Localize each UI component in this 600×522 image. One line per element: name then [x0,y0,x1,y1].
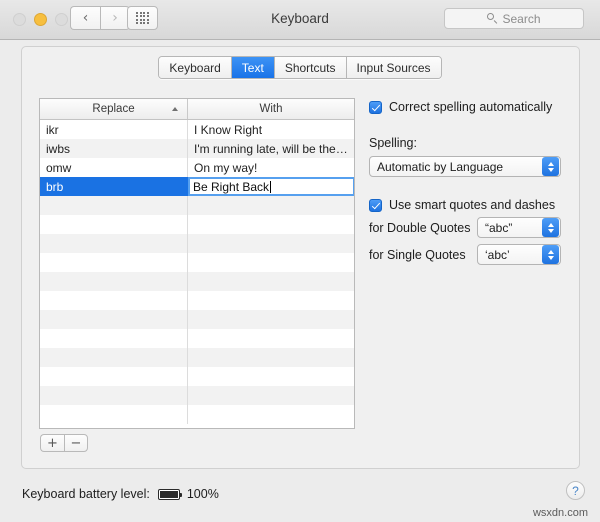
cell-replace [40,215,188,234]
watermark: wsxdn.com [532,507,588,519]
spelling-language-value: Automatic by Language [377,159,504,174]
text-substitutions-table[interactable]: Replace With ikr I Know Right iwbs I'm r… [39,98,355,429]
single-quotes-label: for Single Quotes [369,248,466,262]
cell-with [188,310,354,329]
table-row-empty[interactable] [40,253,354,272]
search-placeholder: Search [502,11,541,26]
with-value-edit-text: Be Right Back [193,179,270,194]
add-substitution-button[interactable]: + [40,434,64,452]
cell-replace [40,196,188,215]
cell-replace [40,386,188,405]
single-quotes-value: ‘abc’ [485,247,510,262]
battery-percent: 100% [186,487,219,501]
window-toolbar: ‹ › Keyboard Search [0,0,600,40]
cell-replace [40,348,188,367]
spelling-heading: Spelling: [369,136,417,150]
cell-replace: brb [40,177,188,196]
double-quotes-select[interactable]: “abc” [477,217,561,238]
table-row-empty[interactable] [40,405,354,424]
table-row-empty[interactable] [40,272,354,291]
keyboard-battery-status: Keyboard battery level: 100% [22,487,219,501]
cell-replace: iwbs [40,139,188,158]
column-header-replace[interactable]: Replace [40,99,188,119]
table-row-selected[interactable]: brb Be Right Back [40,177,354,196]
chevron-updown-icon [542,157,559,176]
sort-ascending-icon [172,107,178,111]
table-row-empty[interactable] [40,348,354,367]
table-row-empty[interactable] [40,329,354,348]
cell-replace [40,405,188,424]
cell-replace: omw [40,158,188,177]
cell-with [188,348,354,367]
search-icon [487,13,498,24]
cell-replace [40,329,188,348]
tab-text[interactable]: Text [231,57,275,78]
table-body: ikr I Know Right iwbs I'm running late, … [40,120,354,424]
search-field[interactable]: Search [444,8,584,29]
with-value-edit-input[interactable]: Be Right Back [188,177,354,196]
cell-with [188,291,354,310]
cell-with: I'm running late, will be the… [194,141,348,156]
cell-replace [40,310,188,329]
cell-with [188,367,354,386]
table-row-empty[interactable] [40,196,354,215]
battery-icon [157,488,182,500]
preferences-window: ‹ › Keyboard Search Keyboard Text Shortc… [0,0,600,522]
cell-replace [40,253,188,272]
cell-replace: ikr [40,120,188,139]
cell-with [188,253,354,272]
tab-shortcuts[interactable]: Shortcuts [274,57,347,78]
cell-replace [40,367,188,386]
smart-quotes-label: Use smart quotes and dashes [389,198,556,212]
cell-with: On my way! [194,160,258,175]
table-row-empty[interactable] [40,367,354,386]
chevron-updown-icon [542,245,559,264]
cell-with [188,329,354,348]
correct-spelling-label: Correct spelling automatically [389,100,553,114]
table-row-empty[interactable] [40,291,354,310]
column-header-replace-label: Replace [92,103,135,115]
table-row[interactable]: iwbs I'm running late, will be the… [40,139,354,158]
tab-keyboard[interactable]: Keyboard [159,57,232,78]
checkbox-checked-icon[interactable] [369,101,382,114]
table-add-remove-controls: + − [40,434,88,452]
single-quotes-select[interactable]: ‘abc’ [477,244,561,265]
help-button[interactable]: ? [566,481,585,500]
table-header-row: Replace With [40,99,354,120]
cell-with [188,234,354,253]
cell-with [188,272,354,291]
checkbox-checked-icon[interactable] [369,199,382,212]
cell-with [188,386,354,405]
cell-with [188,215,354,234]
double-quotes-value: “abc” [485,220,513,235]
cell-with: I Know Right [194,122,263,137]
cell-replace [40,272,188,291]
cell-replace [40,234,188,253]
table-row-empty[interactable] [40,234,354,253]
chevron-updown-icon [542,218,559,237]
table-row-empty[interactable] [40,386,354,405]
cell-with [188,405,354,424]
double-quotes-label: for Double Quotes [369,221,471,235]
tab-bar: Keyboard Text Shortcuts Input Sources [0,56,600,79]
table-row[interactable]: omw On my way! [40,158,354,177]
smart-quotes-checkbox-row[interactable]: Use smart quotes and dashes [369,198,555,212]
text-cursor [270,180,272,193]
column-header-with[interactable]: With [188,99,354,119]
battery-label: Keyboard battery level: [22,487,150,501]
cell-replace [40,291,188,310]
table-row-empty[interactable] [40,310,354,329]
cell-with [188,196,354,215]
correct-spelling-checkbox-row[interactable]: Correct spelling automatically [369,100,552,114]
tab-input-sources[interactable]: Input Sources [346,57,441,78]
table-row[interactable]: ikr I Know Right [40,120,354,139]
column-header-with-label: With [259,103,283,115]
spelling-language-select[interactable]: Automatic by Language [369,156,561,177]
table-row-empty[interactable] [40,215,354,234]
remove-substitution-button[interactable]: − [64,434,88,452]
